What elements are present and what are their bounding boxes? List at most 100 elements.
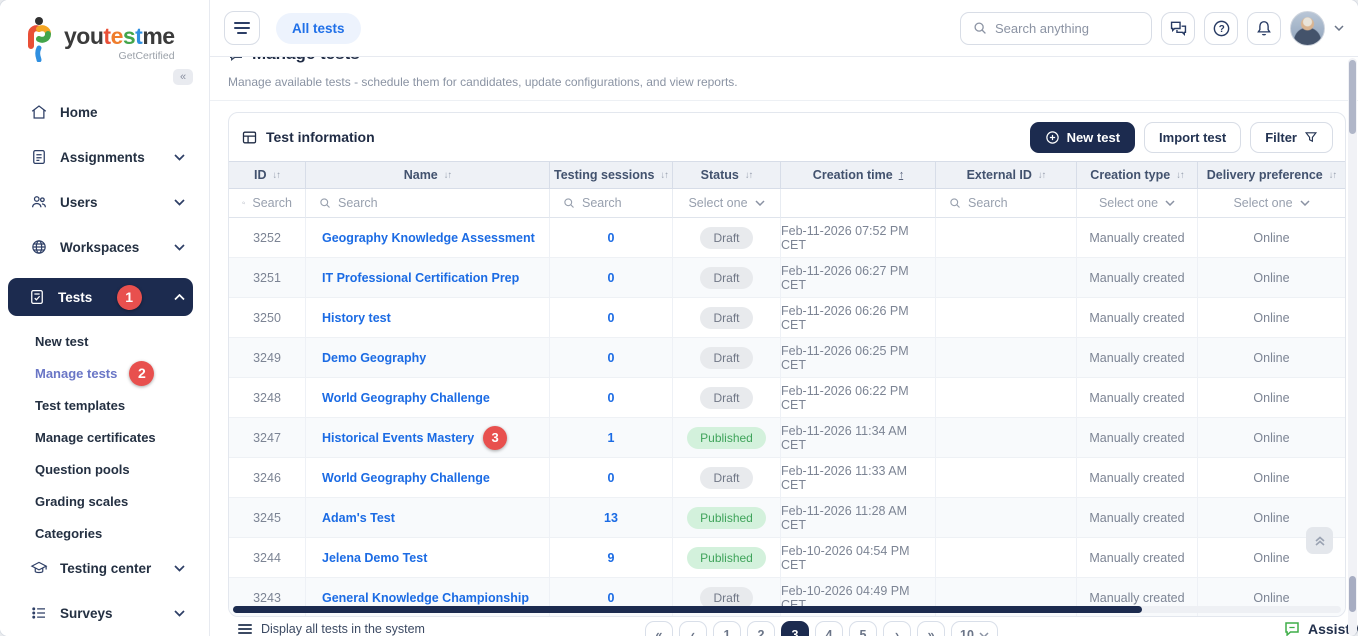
user-avatar[interactable] [1290,11,1325,46]
avatar-chevron-down-icon[interactable] [1334,25,1344,31]
vertical-scrollbar-track[interactable] [1348,58,1357,636]
test-name-link[interactable]: Adam's Test [322,511,395,525]
sidebar-item-users[interactable]: Users [16,188,193,216]
sessions-count-link[interactable]: 0 [608,591,615,605]
column-header-name[interactable]: Name↓↑ [306,161,550,189]
submenu-new-test[interactable]: New test [35,330,193,352]
table-row[interactable]: 3247Historical Events Mastery31Published… [229,418,1345,458]
horizontal-scrollbar-thumb[interactable] [233,606,1142,613]
sessions-count-link[interactable]: 0 [608,391,615,405]
chevron-down-icon [1300,200,1310,206]
sessions-count-link[interactable]: 0 [608,311,615,325]
scroll-to-top-button[interactable] [1306,527,1333,554]
cell-sessions: 0 [550,298,673,337]
sessions-count-link[interactable]: 1 [608,431,615,445]
test-name-link[interactable]: Historical Events Mastery [322,431,474,445]
import-test-button[interactable]: Import test [1144,122,1241,153]
filter-button[interactable]: Filter [1250,122,1333,153]
column-header-creation-time[interactable]: Creation time↑ [781,161,936,189]
submenu-grading-scales[interactable]: Grading scales [35,490,193,512]
header-divider [210,100,1358,101]
assistme-widget[interactable]: AssistMe [1283,620,1358,636]
table-row[interactable]: 3252Geography Knowledge Assessment0Draft… [229,218,1345,258]
cell-id: 3251 [229,258,306,297]
table-footer-option[interactable]: Display all tests in the system [238,622,425,636]
submenu-manage-certificates[interactable]: Manage certificates [35,426,193,448]
column-header-id[interactable]: ID↓↑ [229,161,306,189]
filter-testing-sessions[interactable]: Search [550,189,673,218]
sidebar-nav: Home Assignments Users Workspaces Tests … [0,98,209,636]
test-name-link[interactable]: Jelena Demo Test [322,551,427,565]
sidebar-item-home[interactable]: Home [16,98,193,126]
sessions-count-link[interactable]: 0 [608,351,615,365]
pagination-nav-button[interactable]: ‹ [679,621,707,636]
sidebar-item-surveys[interactable]: Surveys [16,599,193,627]
test-name-link[interactable]: World Geography Challenge [322,391,490,405]
sessions-count-link[interactable]: 13 [604,511,618,525]
pagination: « ‹ 12345 › » 10 [645,621,998,636]
new-test-button[interactable]: New test [1030,122,1135,153]
filter-delivery-preference[interactable]: Select one [1198,189,1345,218]
page-subtitle: Manage available tests - schedule them f… [228,75,738,89]
table-row[interactable]: 3248World Geography Challenge0DraftFeb-1… [229,378,1345,418]
all-tests-chip[interactable]: All tests [276,13,361,44]
column-header-creation-type[interactable]: Creation type↓↑ [1077,161,1198,189]
sessions-count-link[interactable]: 0 [608,271,615,285]
sessions-count-link[interactable]: 0 [608,231,615,245]
table-row[interactable]: 3250History test0DraftFeb-11-2026 06:26 … [229,298,1345,338]
test-name-link[interactable]: IT Professional Certification Prep [322,271,519,285]
submenu-manage-tests[interactable]: Manage tests2 [35,362,193,384]
test-name-link[interactable]: Geography Knowledge Assessment [322,231,535,245]
page-button-2[interactable]: 2 [747,621,775,636]
test-name-link[interactable]: History test [322,311,391,325]
global-search[interactable] [960,12,1152,45]
column-header-testing-sessions[interactable]: Testing sessions↓↑ [550,161,673,189]
sidebar-collapse-button[interactable]: « [173,69,193,85]
column-header-status[interactable]: Status↓↑ [673,161,781,189]
cell-name: Jelena Demo Test [306,538,550,577]
page-button-4[interactable]: 4 [815,621,843,636]
pagination-nav-button[interactable]: › [883,621,911,636]
column-header-external-id[interactable]: External ID↓↑ [936,161,1077,189]
table-row[interactable]: 3244Jelena Demo Test9PublishedFeb-10-202… [229,538,1345,578]
pagination-nav-button[interactable]: « [645,621,673,636]
cell-external-id [936,498,1077,537]
filter-creation-type[interactable]: Select one [1077,189,1198,218]
sidebar-item-testing-center[interactable]: Testing center [16,554,193,582]
horizontal-scrollbar-track[interactable] [233,606,1341,613]
sessions-count-link[interactable]: 0 [608,471,615,485]
menu-toggle-button[interactable] [224,11,260,45]
pagination-nav-button[interactable]: » [917,621,945,636]
page-button-1[interactable]: 1 [713,621,741,636]
submenu-categories[interactable]: Categories [35,522,193,544]
vertical-scrollbar-thumb[interactable] [1349,60,1356,134]
table-row[interactable]: 3249Demo Geography0DraftFeb-11-2026 06:2… [229,338,1345,378]
filter-name[interactable]: Search [306,189,550,218]
messages-button[interactable] [1161,12,1195,45]
sidebar-item-assignments[interactable]: Assignments [16,143,193,171]
filter-external-id[interactable]: Search [936,189,1077,218]
notifications-button[interactable] [1247,12,1281,45]
page-button-5[interactable]: 5 [849,621,877,636]
table-row[interactable]: 3246World Geography Challenge0DraftFeb-1… [229,458,1345,498]
column-header-delivery-preference[interactable]: Delivery preference↓↑ [1198,161,1345,189]
filter-status[interactable]: Select one [673,189,781,218]
page-button-3[interactable]: 3 [781,621,809,636]
table-row[interactable]: 3245Adam's Test13PublishedFeb-11-2026 11… [229,498,1345,538]
panel-scrollbar-thumb[interactable] [1349,576,1356,612]
submenu-question-pools[interactable]: Question pools [35,458,193,480]
filter-id[interactable]: Search [229,189,306,218]
test-name-link[interactable]: General Knowledge Championship [322,591,529,605]
cell-creation-type: Manually created [1077,538,1198,577]
sessions-count-link[interactable]: 9 [608,551,615,565]
test-name-link[interactable]: World Geography Challenge [322,471,490,485]
page-size-select[interactable]: 10 [951,621,998,636]
table-row[interactable]: 3251IT Professional Certification Prep0D… [229,258,1345,298]
help-button[interactable]: ? [1204,12,1238,45]
test-information-card: Test information New test Import test Fi… [228,112,1346,617]
test-name-link[interactable]: Demo Geography [322,351,426,365]
sidebar-item-tests[interactable]: Tests 1 [8,278,193,316]
sidebar-item-workspaces[interactable]: Workspaces [16,233,193,261]
global-search-input[interactable] [995,21,1135,36]
submenu-test-templates[interactable]: Test templates [35,394,193,416]
